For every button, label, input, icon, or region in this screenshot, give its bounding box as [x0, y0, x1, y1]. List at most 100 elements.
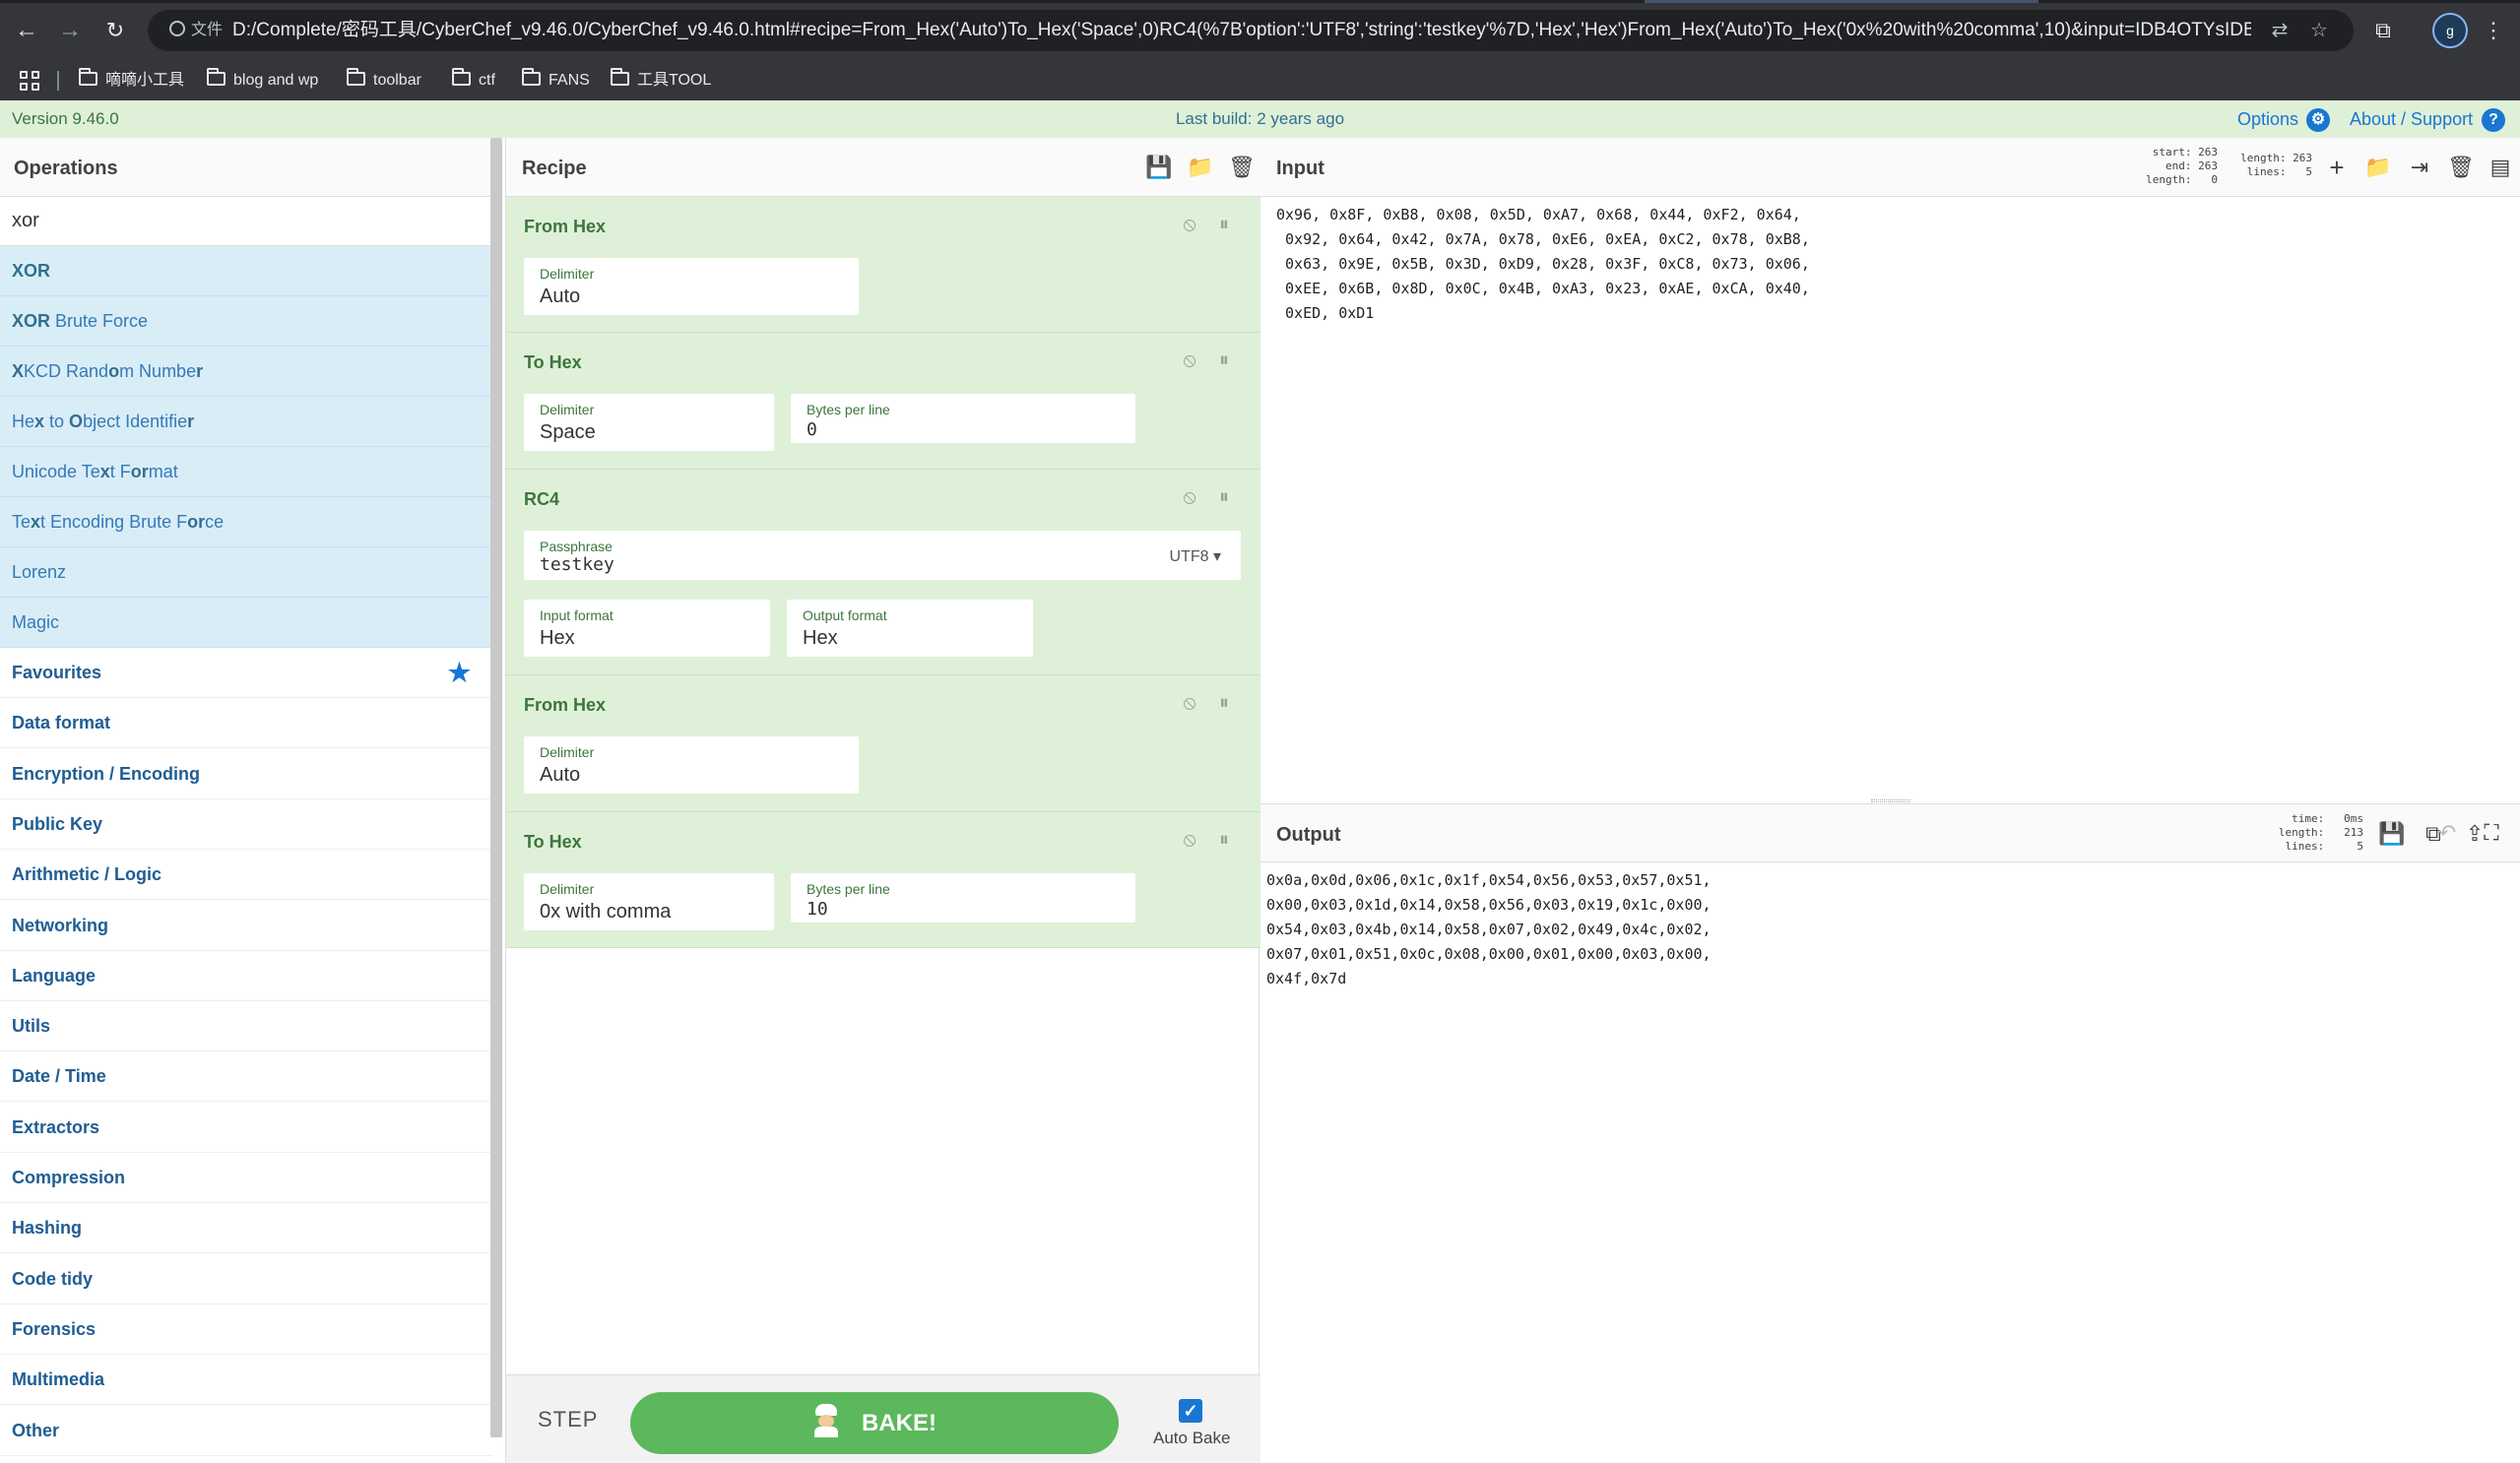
folder-icon [452, 68, 471, 86]
delimiter-field[interactable]: Delimiter Auto [524, 258, 859, 315]
bookmark-folder[interactable]: blog and wp [207, 67, 318, 95]
recipe-op-to-hex[interactable]: To Hex ⦸ ⏸ Delimiter 0x with comma Bytes… [506, 812, 1260, 948]
add-tab-icon[interactable]: + [2322, 154, 2352, 181]
apps-icon[interactable] [18, 69, 41, 93]
category-utils[interactable]: Utils [0, 1001, 492, 1052]
input-format-field[interactable]: Input format Hex [524, 600, 770, 657]
menu-icon[interactable]: ⋮ [2476, 13, 2511, 48]
bytes-per-line-field[interactable]: Bytes per line 0 [791, 394, 1135, 443]
search-result-item[interactable]: Unicode Text Format [0, 447, 492, 497]
bookmark-folder[interactable]: ctf [452, 67, 495, 95]
bookmark-folder[interactable]: 工具TOOL [611, 67, 711, 95]
reload-icon[interactable]: ↻ [98, 14, 132, 47]
category-other[interactable]: Other [0, 1405, 492, 1456]
category-code-tidy[interactable]: Code tidy [0, 1253, 492, 1304]
step-button[interactable]: STEP [538, 1407, 598, 1432]
category-label: Code tidy [12, 1268, 94, 1289]
category-arithmetic-logic[interactable]: Arithmetic / Logic [0, 850, 492, 901]
reset-layout-icon[interactable]: ▤ [2486, 154, 2515, 181]
category-language[interactable]: Language [0, 950, 492, 1001]
category-data-format[interactable]: Data format [0, 698, 492, 749]
search-match-highlight: x [31, 512, 41, 532]
delimiter-field[interactable]: Delimiter 0x with comma [524, 873, 774, 930]
maximise-icon[interactable]: ⛶ [2477, 819, 2506, 847]
operations-search-input[interactable] [0, 197, 492, 246]
open-file-icon[interactable]: ⇥ [2405, 154, 2434, 181]
delimiter-field[interactable]: Delimiter Auto [524, 736, 859, 794]
folder-open-icon[interactable]: 📁 [1186, 154, 1215, 181]
undo-icon[interactable]: ↶ [2432, 819, 2462, 847]
operations-scrollbar[interactable] [490, 138, 502, 1437]
breakpoint-icon[interactable]: ⏸ [1212, 349, 1236, 372]
delimiter-field[interactable]: Delimiter Space [524, 394, 774, 451]
translate-icon[interactable]: ⇄ [2267, 18, 2293, 43]
breakpoint-icon[interactable]: ⏸ [1212, 213, 1236, 236]
search-result-text: mat [148, 462, 178, 481]
recipe-op-from-hex[interactable]: From Hex ⦸ ⏸ Delimiter Auto [506, 675, 1260, 812]
category-label: Utils [12, 1016, 51, 1037]
browser-chrome: ← → ↻ 文件 D:/Complete/密码工具/CyberChef_v9.4… [0, 0, 2520, 100]
back-icon[interactable]: ← [10, 14, 43, 47]
save-icon[interactable]: 💾 [1144, 154, 1174, 181]
disable-icon[interactable]: ⦸ [1178, 349, 1201, 372]
bookmark-folder[interactable]: FANS [522, 67, 590, 95]
input-textarea[interactable]: 0x96, 0x8F, 0xB8, 0x08, 0x5D, 0xA7, 0x68… [1276, 203, 2497, 326]
category-networking[interactable]: Networking [0, 900, 492, 951]
category-forensics[interactable]: Forensics [0, 1304, 492, 1355]
site-info-button[interactable]: 文件 [160, 18, 232, 43]
bookmark-star-icon[interactable]: ☆ [2306, 18, 2332, 43]
category-compression[interactable]: Compression [0, 1153, 492, 1203]
category-favourites[interactable]: Favourites ★ [0, 648, 492, 698]
category-encryption-encoding[interactable]: Encryption / Encoding [0, 748, 492, 799]
open-folder-icon[interactable]: 📁 [2363, 154, 2393, 181]
encoding-dropdown[interactable]: UTF8 ▾ [1170, 546, 1221, 566]
auto-bake-checkbox[interactable]: ✓ [1179, 1399, 1202, 1423]
category-public-key[interactable]: Public Key [0, 798, 492, 850]
recipe-op-to-hex[interactable]: To Hex ⦸ ⏸ Delimiter Space Bytes per lin… [506, 333, 1260, 470]
search-result-item[interactable]: Magic [0, 598, 492, 648]
output-textarea[interactable]: 0x0a,0x0d,0x06,0x1c,0x1f,0x54,0x56,0x53,… [1266, 868, 2488, 991]
search-result-text: t F [109, 462, 131, 481]
extensions-icon[interactable]: ⧉ [2365, 13, 2401, 48]
disable-icon[interactable]: ⦸ [1178, 213, 1201, 236]
search-result-item[interactable]: XKCD Random Number [0, 347, 492, 397]
breakpoint-icon[interactable]: ⏸ [1212, 828, 1236, 852]
bytes-per-line-field[interactable]: Bytes per line 10 [791, 873, 1135, 922]
io-divider-handle[interactable] [1871, 799, 1910, 802]
recipe-op-from-hex[interactable]: From Hex ⦸ ⏸ Delimiter Auto [506, 197, 1260, 333]
bookmark-folder[interactable]: toolbar [347, 67, 421, 95]
bake-button[interactable]: BAKE! [630, 1392, 1119, 1454]
search-result-item[interactable]: Lorenz [0, 547, 492, 598]
url-text[interactable]: D:/Complete/密码工具/CyberChef_v9.46.0/Cyber… [232, 10, 2251, 51]
clear-input-icon[interactable]: 🗑 [2446, 154, 2476, 181]
search-result-item[interactable]: XOR Brute Force [0, 296, 492, 347]
breakpoint-icon[interactable]: ⏸ [1212, 691, 1236, 715]
disable-icon[interactable]: ⦸ [1178, 828, 1201, 852]
disable-icon[interactable]: ⦸ [1178, 485, 1201, 509]
recipe-op-rc4[interactable]: RC4 ⦸ ⏸ Passphrase testkey UTF8 ▾ Input … [506, 470, 1260, 675]
category-date-time[interactable]: Date / Time [0, 1051, 492, 1103]
profile-avatar[interactable]: g [2432, 13, 2468, 48]
category-multimedia[interactable]: Multimedia [0, 1355, 492, 1406]
gear-icon[interactable]: ⚙ [2306, 108, 2330, 132]
forward-icon[interactable]: → [53, 14, 87, 47]
category-label: Public Key [12, 813, 103, 834]
breakpoint-icon[interactable]: ⏸ [1212, 485, 1236, 509]
help-icon[interactable]: ? [2482, 108, 2505, 132]
address-bar[interactable]: 文件 D:/Complete/密码工具/CyberChef_v9.46.0/Cy… [148, 10, 2354, 51]
search-result-item[interactable]: Hex to Object Identifier [0, 397, 492, 447]
trash-icon[interactable]: 🗑 [1227, 154, 1257, 181]
category-label: Hashing [12, 1218, 83, 1239]
search-result-item[interactable]: Text Encoding Brute Force [0, 497, 492, 547]
options-link[interactable]: Options [2237, 100, 2298, 138]
passphrase-field[interactable]: Passphrase testkey UTF8 ▾ [524, 531, 1241, 580]
save-output-icon[interactable]: 💾 [2377, 820, 2407, 848]
search-result-item[interactable]: XOR [0, 246, 492, 296]
folder-icon [611, 68, 629, 86]
category-extractors[interactable]: Extractors [0, 1102, 492, 1153]
disable-icon[interactable]: ⦸ [1178, 691, 1201, 715]
category-hashing[interactable]: Hashing [0, 1203, 492, 1254]
about-support-link[interactable]: About / Support [2350, 100, 2473, 138]
bookmark-folder[interactable]: 嘀嘀小工具 [79, 67, 184, 95]
output-format-field[interactable]: Output format Hex [787, 600, 1033, 657]
